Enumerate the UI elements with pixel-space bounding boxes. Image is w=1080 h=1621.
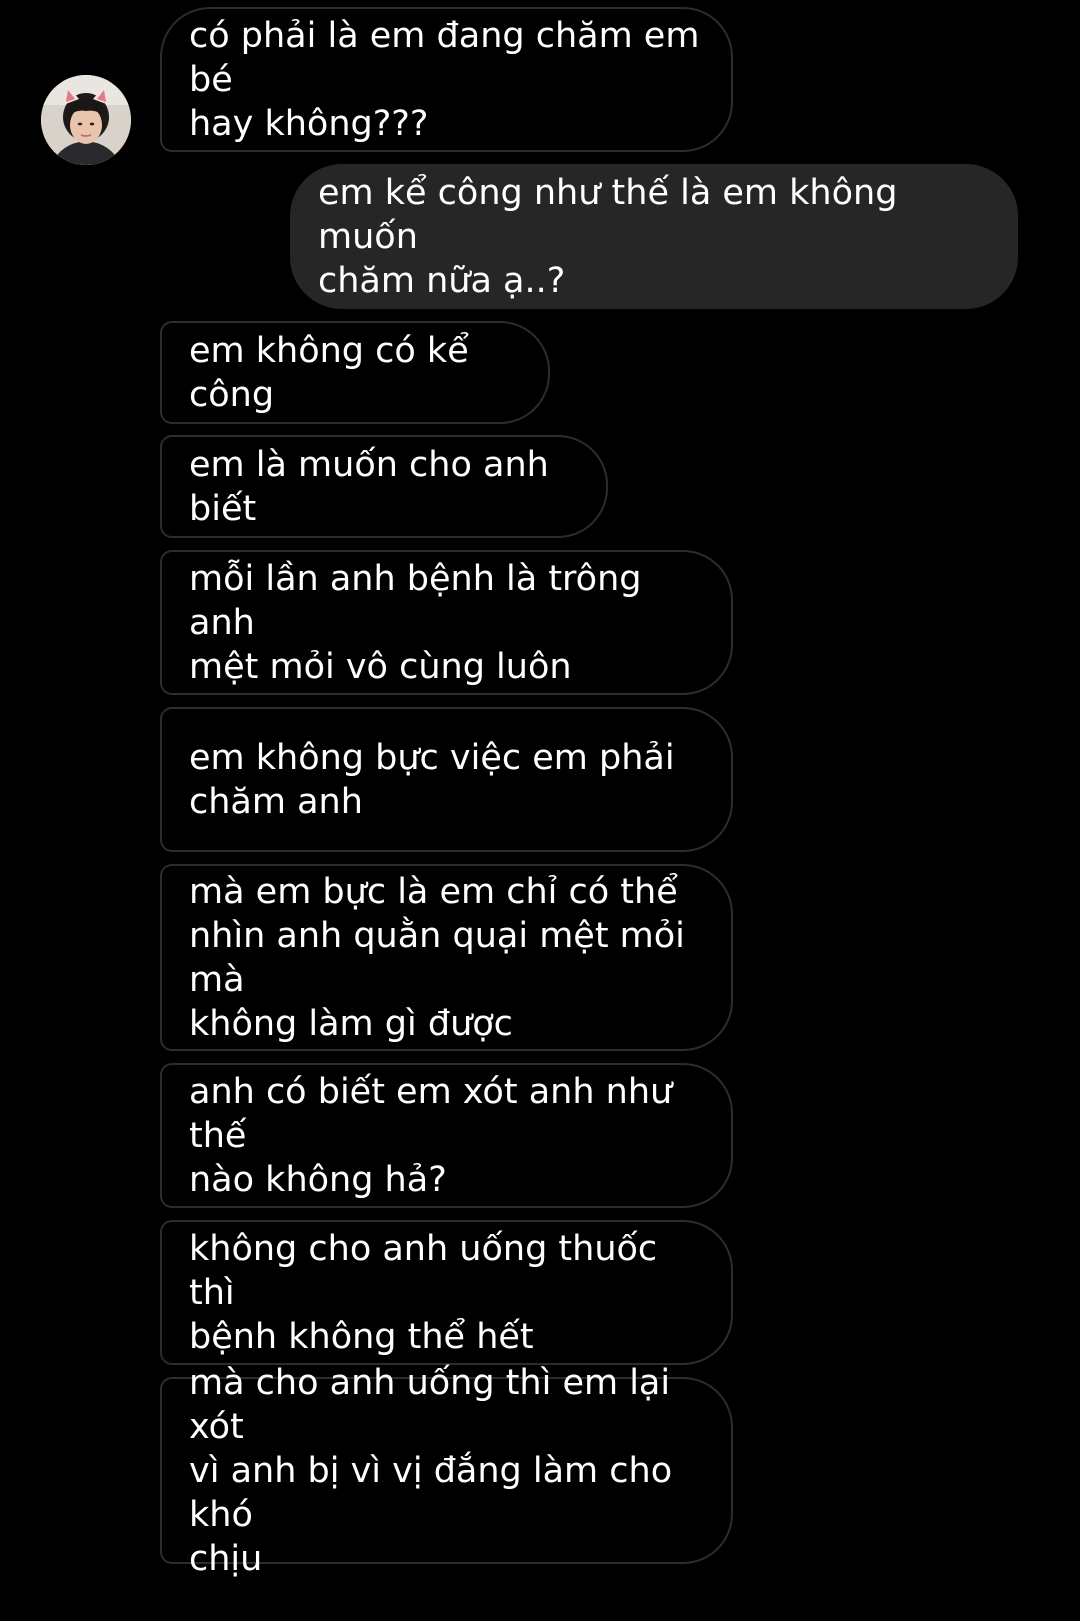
incoming-message[interactable]: mà cho anh uống thì em lại xót vì anh bị… — [160, 1363, 733, 1579]
incoming-message[interactable]: không cho anh uống thuốc thì bệnh không … — [160, 1220, 733, 1365]
incoming-message[interactable]: mà em bực là em chỉ có thể nhìn anh quằn… — [160, 864, 733, 1051]
incoming-message[interactable]: em là muốn cho anh biết — [160, 435, 608, 538]
incoming-message[interactable]: anh có biết em xót anh như thế nào không… — [160, 1063, 733, 1208]
incoming-message[interactable]: em không có kể công — [160, 321, 550, 424]
avatar[interactable] — [41, 75, 131, 165]
incoming-message[interactable]: mỗi lần anh bệnh là trông anh mệt mỏi vô… — [160, 550, 733, 695]
outgoing-message[interactable]: em kể công như thế là em không muốn chăm… — [290, 164, 1018, 309]
message-thread: có phải là em đang chăm em bé hay không?… — [0, 0, 1080, 1621]
avatar-photo-icon — [41, 75, 131, 165]
incoming-message[interactable]: có phải là em đang chăm em bé hay không?… — [160, 7, 733, 152]
incoming-message[interactable]: em không bực việc em phải chăm anh — [160, 707, 733, 852]
